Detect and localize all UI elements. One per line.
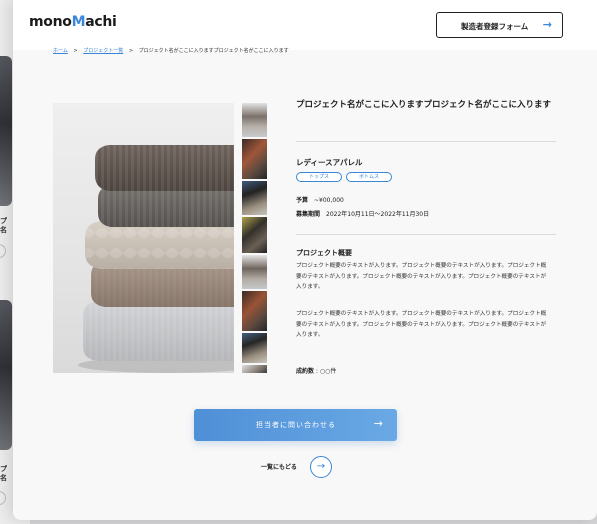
divider (296, 141, 556, 142)
thumbnail-image[interactable] (242, 181, 267, 215)
breadcrumb-current: プロジェクト名がここに入りますプロジェクト名がここに入ります (138, 48, 289, 54)
register-form-label: 製造者登録フォーム (461, 22, 529, 31)
overview-paragraph: プロジェクト概要のテキストが入ります。プロジェクト概要のテキストが入ります。プロ… (296, 311, 547, 338)
background-text: プ 名 (0, 217, 7, 234)
budget-label: 予算 (296, 197, 309, 204)
folded-sweaters-illustration (78, 145, 234, 373)
breadcrumb: ホーム > プロジェクト一覧 > プロジェクト名がここに入りますプロジェクト名が… (53, 47, 289, 54)
arrow-right-icon: → (542, 18, 552, 31)
company-name: レディースアパレル (296, 158, 363, 167)
project-detail-panel: monoMachi 製造者登録フォーム → ホーム > プロジェクト一覧 > プ… (13, 0, 597, 520)
thumbnail-image[interactable] (242, 103, 267, 137)
logo-suffix: achi (85, 14, 117, 30)
deals-value: ○○件 (319, 368, 337, 375)
thumbnail-image[interactable] (242, 217, 267, 253)
tag-bottoms[interactable]: ボトムス (346, 172, 392, 182)
contact-staff-label: 担当者に問い合わせる (256, 421, 336, 429)
thumbnail-image[interactable] (242, 139, 267, 179)
thumbnail-image[interactable] (242, 365, 267, 373)
period-label: 募集期間 (296, 211, 321, 218)
thumbnail-strip (242, 103, 267, 373)
overview-heading: プロジェクト概要 (296, 249, 352, 257)
breadcrumb-separator: > (128, 48, 134, 54)
breadcrumb-separator: > (73, 48, 78, 54)
breadcrumb-home-link[interactable]: ホーム (53, 48, 68, 54)
site-logo[interactable]: monoMachi (29, 14, 117, 30)
tag-tops[interactable]: トップス (296, 172, 342, 182)
logo-prefix: mono (29, 14, 72, 30)
back-to-list-label[interactable]: 一覧にもどる (261, 462, 297, 471)
deals-row: 成約数 : ○○件 (296, 368, 337, 375)
budget-value: ~¥00,000 (314, 197, 344, 204)
breadcrumb-list-link[interactable]: プロジェクト一覧 (83, 48, 123, 54)
thumbnail-image[interactable] (242, 255, 267, 289)
period-row: 募集期間 2022年10月11日～2022年11月30日 (296, 209, 429, 218)
background-text: プ 名 (0, 465, 7, 482)
budget-row: 予算 ~¥00,000 (296, 195, 344, 204)
background-ring-icon (0, 244, 6, 258)
overview-paragraph: プロジェクト概要のテキストが入ります。プロジェクト概要のテキストが入ります。プロ… (296, 263, 547, 290)
arrow-right-icon: → (373, 417, 383, 430)
divider (296, 234, 556, 235)
project-main-image[interactable] (53, 103, 234, 373)
logo-m: M (71, 14, 86, 30)
period-value: 2022年10月11日～2022年11月30日 (326, 211, 430, 218)
arrow-right-circle-icon[interactable]: → (310, 456, 332, 478)
thumbnail-image[interactable] (242, 291, 267, 331)
deals-label: 成約数 (296, 368, 315, 375)
contact-staff-button[interactable]: 担当者に問い合わせる → (194, 409, 397, 441)
background-image (0, 56, 12, 206)
thumbnail-image[interactable] (242, 333, 267, 363)
project-title: プロジェクト名がここに入りますプロジェクト名がここに入ります (296, 100, 552, 110)
background-ring-icon (0, 491, 6, 505)
site-header: monoMachi 製造者登録フォーム → (13, 0, 597, 50)
register-form-button[interactable]: 製造者登録フォーム → (436, 12, 563, 38)
background-image (0, 300, 12, 450)
